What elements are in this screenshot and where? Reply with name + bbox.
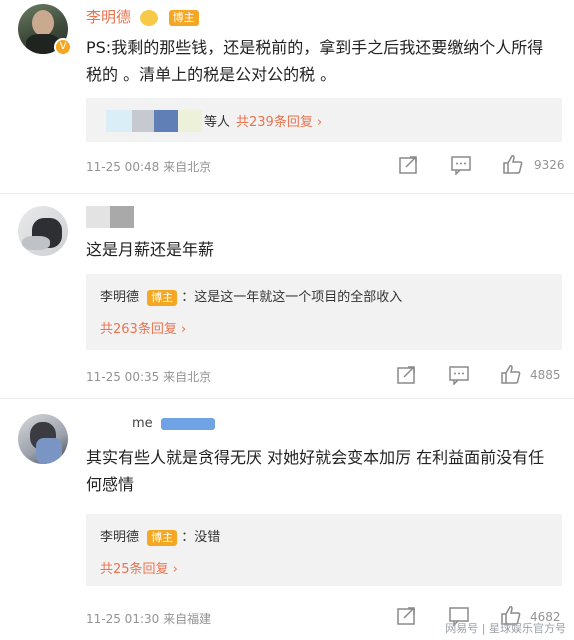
divider xyxy=(0,193,574,194)
avatar[interactable] xyxy=(18,414,68,464)
reply-box[interactable]: 李明德 博主 ：没错 共25条回复 › xyxy=(86,514,562,586)
blurred-author-name xyxy=(86,206,134,228)
watermark: 网易号 | 星球娱乐官方号 xyxy=(445,622,566,635)
reply-badge: 博主 xyxy=(147,529,178,546)
reply-text: ：没错 xyxy=(181,530,221,545)
reply-box[interactable]: 等人 共239条回复 › xyxy=(86,98,562,142)
like-icon[interactable] xyxy=(502,154,524,174)
share-icon[interactable] xyxy=(396,606,418,626)
reply-badge: 博主 xyxy=(147,289,178,306)
author-badge: 博主 xyxy=(168,9,199,26)
more-replies-label: 共25条回复 xyxy=(100,562,169,577)
author-badge-blurred xyxy=(160,417,215,430)
comment-text: PS:我剩的那些钱，还是税前的，拿到手之后我还要缴纳个人所得税的 。清单上的税是… xyxy=(86,38,544,84)
reply-author[interactable]: 李明德 xyxy=(100,290,139,305)
comment-1: V 李明德 博主 PS:我剩的那些钱，还是税前的，拿到手之后我还要缴纳个人所得税… xyxy=(0,0,574,190)
comment-icon[interactable] xyxy=(450,155,472,175)
more-replies-link[interactable]: 共239条回复 › xyxy=(236,111,322,130)
comment-meta: 11-25 00:48 来自北京 xyxy=(86,160,212,174)
author-name[interactable]: 李明德 xyxy=(86,8,131,26)
more-replies-link[interactable]: 共263条回复 › xyxy=(100,318,186,337)
like-count: 9326 xyxy=(534,158,565,172)
share-icon[interactable] xyxy=(398,155,420,175)
reply-box[interactable]: 李明德 博主 ：这是这一年就这一个项目的全部收入 共263条回复 › xyxy=(86,274,562,350)
avatar[interactable] xyxy=(18,206,68,256)
divider xyxy=(0,398,574,399)
like-icon[interactable] xyxy=(500,364,522,384)
more-replies-label: 共263条回复 xyxy=(100,322,177,337)
author-name[interactable]: me xyxy=(86,416,153,431)
comment-text: 这是月薪还是年薪 xyxy=(86,240,215,259)
share-icon[interactable] xyxy=(396,365,418,385)
blurred-avatars xyxy=(106,110,202,132)
like-count: 4885 xyxy=(530,368,561,382)
comment-3: me 其实有些人就是贪得无厌 对她好就会变本加厉 在利益面前没有任何感情 李明德… xyxy=(0,404,574,640)
comment-meta: 11-25 00:35 来自北京 xyxy=(86,370,212,384)
emoji-icon xyxy=(139,9,158,26)
more-replies-link[interactable]: 共25条回复 › xyxy=(100,558,178,577)
verified-icon: V xyxy=(54,38,72,56)
reply-text: ：这是这一年就这一个项目的全部收入 xyxy=(181,290,403,305)
reply-snippet: 等人 xyxy=(204,115,231,130)
reply-author[interactable]: 李明德 xyxy=(100,530,139,545)
comment-meta: 11-25 01:30 来自福建 xyxy=(86,612,212,626)
comment-text: 其实有些人就是贪得无厌 对她好就会变本加厉 在利益面前没有任何感情 xyxy=(86,448,545,494)
comment-2: 这是月薪还是年薪 李明德 博主 ：这是这一年就这一个项目的全部收入 共263条回… xyxy=(0,200,574,390)
comment-icon[interactable] xyxy=(448,365,470,385)
more-replies-label: 共239条回复 xyxy=(236,115,313,130)
